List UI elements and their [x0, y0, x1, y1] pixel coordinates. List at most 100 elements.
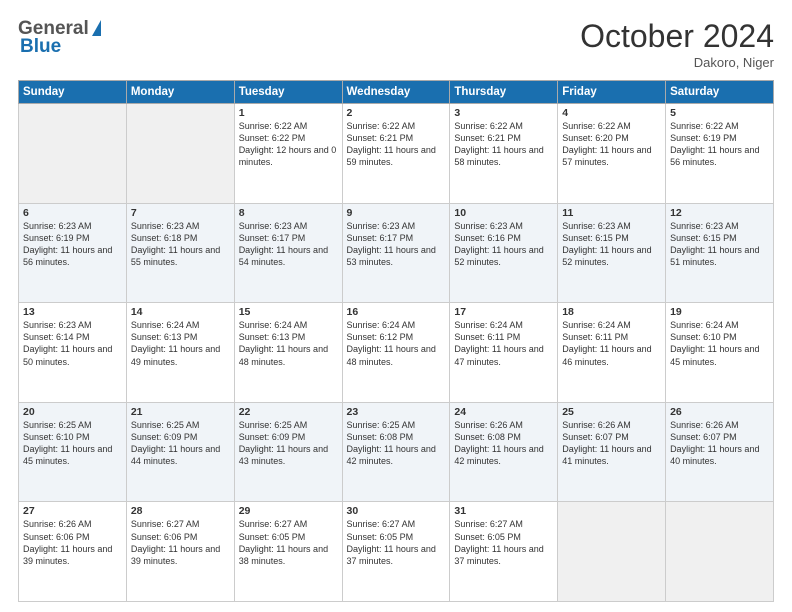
- day-number: 2: [347, 107, 446, 119]
- calendar-cell: 24Sunrise: 6:26 AMSunset: 6:08 PMDayligh…: [450, 402, 558, 502]
- day-number: 30: [347, 505, 446, 517]
- day-number: 24: [454, 406, 553, 418]
- calendar-cell: 30Sunrise: 6:27 AMSunset: 6:05 PMDayligh…: [342, 502, 450, 602]
- day-number: 29: [239, 505, 338, 517]
- calendar-cell: 5Sunrise: 6:22 AMSunset: 6:19 PMDaylight…: [666, 104, 774, 204]
- cell-info: Sunrise: 6:23 AMSunset: 6:16 PMDaylight:…: [454, 220, 553, 269]
- cell-info: Sunrise: 6:27 AMSunset: 6:05 PMDaylight:…: [239, 518, 338, 567]
- cell-info: Sunrise: 6:26 AMSunset: 6:08 PMDaylight:…: [454, 419, 553, 468]
- day-number: 17: [454, 306, 553, 318]
- cell-info: Sunrise: 6:23 AMSunset: 6:19 PMDaylight:…: [23, 220, 122, 269]
- day-number: 22: [239, 406, 338, 418]
- calendar-cell: 19Sunrise: 6:24 AMSunset: 6:10 PMDayligh…: [666, 303, 774, 403]
- calendar-table: SundayMondayTuesdayWednesdayThursdayFrid…: [18, 80, 774, 602]
- day-number: 3: [454, 107, 553, 119]
- cell-info: Sunrise: 6:22 AMSunset: 6:21 PMDaylight:…: [347, 120, 446, 169]
- calendar-cell: 20Sunrise: 6:25 AMSunset: 6:10 PMDayligh…: [19, 402, 127, 502]
- calendar-cell: 7Sunrise: 6:23 AMSunset: 6:18 PMDaylight…: [126, 203, 234, 303]
- cell-info: Sunrise: 6:24 AMSunset: 6:10 PMDaylight:…: [670, 319, 769, 368]
- day-number: 9: [347, 207, 446, 219]
- cell-info: Sunrise: 6:22 AMSunset: 6:20 PMDaylight:…: [562, 120, 661, 169]
- cell-info: Sunrise: 6:27 AMSunset: 6:05 PMDaylight:…: [347, 518, 446, 567]
- cell-info: Sunrise: 6:24 AMSunset: 6:11 PMDaylight:…: [562, 319, 661, 368]
- day-number: 14: [131, 306, 230, 318]
- cell-info: Sunrise: 6:23 AMSunset: 6:17 PMDaylight:…: [347, 220, 446, 269]
- calendar-cell: 14Sunrise: 6:24 AMSunset: 6:13 PMDayligh…: [126, 303, 234, 403]
- day-number: 26: [670, 406, 769, 418]
- day-number: 5: [670, 107, 769, 119]
- calendar-cell: 21Sunrise: 6:25 AMSunset: 6:09 PMDayligh…: [126, 402, 234, 502]
- day-header: Tuesday: [234, 81, 342, 104]
- calendar-cell: [126, 104, 234, 204]
- calendar-cell: 26Sunrise: 6:26 AMSunset: 6:07 PMDayligh…: [666, 402, 774, 502]
- calendar-cell: 22Sunrise: 6:25 AMSunset: 6:09 PMDayligh…: [234, 402, 342, 502]
- calendar-cell: 6Sunrise: 6:23 AMSunset: 6:19 PMDaylight…: [19, 203, 127, 303]
- day-number: 11: [562, 207, 661, 219]
- day-number: 19: [670, 306, 769, 318]
- calendar-cell: 4Sunrise: 6:22 AMSunset: 6:20 PMDaylight…: [558, 104, 666, 204]
- cell-info: Sunrise: 6:26 AMSunset: 6:06 PMDaylight:…: [23, 518, 122, 567]
- day-number: 13: [23, 306, 122, 318]
- day-number: 18: [562, 306, 661, 318]
- day-number: 1: [239, 107, 338, 119]
- cell-info: Sunrise: 6:22 AMSunset: 6:22 PMDaylight:…: [239, 120, 338, 169]
- cell-info: Sunrise: 6:24 AMSunset: 6:13 PMDaylight:…: [131, 319, 230, 368]
- day-number: 15: [239, 306, 338, 318]
- cell-info: Sunrise: 6:25 AMSunset: 6:09 PMDaylight:…: [131, 419, 230, 468]
- calendar-cell: 15Sunrise: 6:24 AMSunset: 6:13 PMDayligh…: [234, 303, 342, 403]
- calendar-cell: 28Sunrise: 6:27 AMSunset: 6:06 PMDayligh…: [126, 502, 234, 602]
- day-number: 6: [23, 207, 122, 219]
- day-header: Monday: [126, 81, 234, 104]
- day-header: Sunday: [19, 81, 127, 104]
- day-number: 10: [454, 207, 553, 219]
- cell-info: Sunrise: 6:24 AMSunset: 6:13 PMDaylight:…: [239, 319, 338, 368]
- day-number: 20: [23, 406, 122, 418]
- calendar-cell: 16Sunrise: 6:24 AMSunset: 6:12 PMDayligh…: [342, 303, 450, 403]
- day-number: 4: [562, 107, 661, 119]
- calendar-cell: 3Sunrise: 6:22 AMSunset: 6:21 PMDaylight…: [450, 104, 558, 204]
- day-number: 12: [670, 207, 769, 219]
- calendar-cell: 1Sunrise: 6:22 AMSunset: 6:22 PMDaylight…: [234, 104, 342, 204]
- calendar-cell: 10Sunrise: 6:23 AMSunset: 6:16 PMDayligh…: [450, 203, 558, 303]
- calendar-cell: 27Sunrise: 6:26 AMSunset: 6:06 PMDayligh…: [19, 502, 127, 602]
- calendar-cell: 25Sunrise: 6:26 AMSunset: 6:07 PMDayligh…: [558, 402, 666, 502]
- logo-blue: Blue: [20, 36, 61, 58]
- month-title: October 2024: [580, 18, 774, 55]
- calendar-cell: 2Sunrise: 6:22 AMSunset: 6:21 PMDaylight…: [342, 104, 450, 204]
- location: Dakoro, Niger: [580, 55, 774, 70]
- day-number: 21: [131, 406, 230, 418]
- calendar-cell: [19, 104, 127, 204]
- day-number: 23: [347, 406, 446, 418]
- page: General Blue October 2024 Dakoro, Niger …: [0, 0, 792, 612]
- calendar-cell: 9Sunrise: 6:23 AMSunset: 6:17 PMDaylight…: [342, 203, 450, 303]
- day-number: 27: [23, 505, 122, 517]
- cell-info: Sunrise: 6:26 AMSunset: 6:07 PMDaylight:…: [670, 419, 769, 468]
- calendar-cell: 18Sunrise: 6:24 AMSunset: 6:11 PMDayligh…: [558, 303, 666, 403]
- calendar-cell: 13Sunrise: 6:23 AMSunset: 6:14 PMDayligh…: [19, 303, 127, 403]
- day-header: Saturday: [666, 81, 774, 104]
- cell-info: Sunrise: 6:24 AMSunset: 6:11 PMDaylight:…: [454, 319, 553, 368]
- cell-info: Sunrise: 6:23 AMSunset: 6:14 PMDaylight:…: [23, 319, 122, 368]
- day-header: Wednesday: [342, 81, 450, 104]
- cell-info: Sunrise: 6:23 AMSunset: 6:18 PMDaylight:…: [131, 220, 230, 269]
- cell-info: Sunrise: 6:23 AMSunset: 6:15 PMDaylight:…: [670, 220, 769, 269]
- title-area: October 2024 Dakoro, Niger: [580, 18, 774, 70]
- day-number: 28: [131, 505, 230, 517]
- calendar-cell: 12Sunrise: 6:23 AMSunset: 6:15 PMDayligh…: [666, 203, 774, 303]
- cell-info: Sunrise: 6:25 AMSunset: 6:08 PMDaylight:…: [347, 419, 446, 468]
- day-number: 16: [347, 306, 446, 318]
- cell-info: Sunrise: 6:27 AMSunset: 6:05 PMDaylight:…: [454, 518, 553, 567]
- cell-info: Sunrise: 6:26 AMSunset: 6:07 PMDaylight:…: [562, 419, 661, 468]
- cell-info: Sunrise: 6:23 AMSunset: 6:15 PMDaylight:…: [562, 220, 661, 269]
- cell-info: Sunrise: 6:25 AMSunset: 6:09 PMDaylight:…: [239, 419, 338, 468]
- cell-info: Sunrise: 6:24 AMSunset: 6:12 PMDaylight:…: [347, 319, 446, 368]
- logo: General Blue: [18, 18, 101, 58]
- cell-info: Sunrise: 6:27 AMSunset: 6:06 PMDaylight:…: [131, 518, 230, 567]
- cell-info: Sunrise: 6:22 AMSunset: 6:21 PMDaylight:…: [454, 120, 553, 169]
- cell-info: Sunrise: 6:25 AMSunset: 6:10 PMDaylight:…: [23, 419, 122, 468]
- day-header: Friday: [558, 81, 666, 104]
- calendar-cell: [666, 502, 774, 602]
- calendar-cell: 29Sunrise: 6:27 AMSunset: 6:05 PMDayligh…: [234, 502, 342, 602]
- calendar-cell: 17Sunrise: 6:24 AMSunset: 6:11 PMDayligh…: [450, 303, 558, 403]
- day-number: 25: [562, 406, 661, 418]
